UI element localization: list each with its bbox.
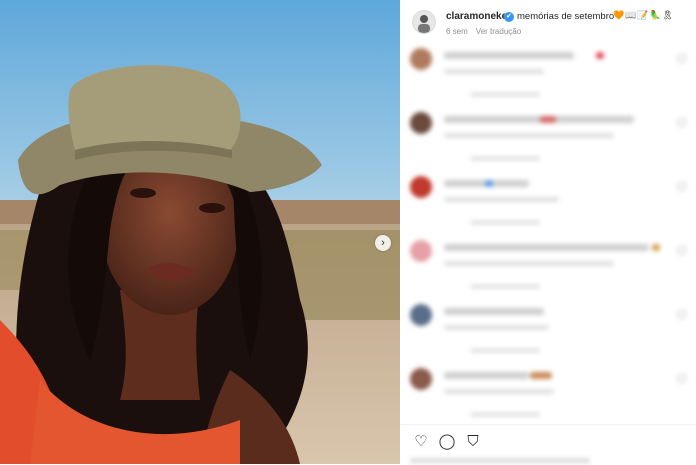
view-replies-blurred: [470, 412, 540, 417]
comment-like-icon[interactable]: [677, 182, 686, 191]
comment-emoji-blurred: [596, 52, 604, 59]
avatar-image: [418, 15, 430, 33]
comment-like-icon[interactable]: [677, 118, 686, 127]
comment-avatar: [410, 368, 432, 390]
view-replies-blurred: [470, 156, 540, 161]
comment-meta-blurred: [444, 69, 544, 74]
photo-illustration: [0, 0, 400, 464]
comment-meta-blurred: [444, 197, 559, 202]
post-header: claramoneke ✔ memórias de setembro 🧡📖📝🦜🎗…: [400, 0, 696, 42]
comment-text-blurred: [444, 372, 529, 379]
post-time: 6 sem: [446, 27, 468, 36]
comment-avatar: [410, 240, 432, 262]
comment-avatar: [410, 112, 432, 134]
comment-like-icon[interactable]: [677, 374, 686, 383]
comment-emoji-blurred: [652, 244, 660, 251]
comment-like-icon[interactable]: [677, 246, 686, 255]
comment-item: [400, 172, 696, 236]
view-replies-blurred: [470, 92, 540, 97]
comment-like-icon[interactable]: [677, 310, 686, 319]
comment-meta-blurred: [444, 325, 549, 330]
post-caption: memórias de setembro: [517, 11, 615, 22]
post-sidebar: claramoneke ✔ memórias de setembro 🧡📖📝🦜🎗…: [400, 0, 696, 464]
verified-badge-icon: ✔: [504, 12, 514, 22]
post-image: [0, 0, 400, 464]
see-translation-link[interactable]: Ver tradução: [476, 27, 521, 36]
comment-like-icon[interactable]: [677, 54, 686, 63]
view-replies-blurred: [470, 284, 540, 289]
caption-emojis: 🧡📖📝🦜🎗: [613, 10, 675, 20]
comments-list-blurred: [400, 44, 696, 424]
comment-icon[interactable]: ◯: [436, 431, 458, 453]
comment-meta-blurred: [444, 133, 614, 138]
comment-meta-blurred: [444, 389, 554, 394]
comment-text-blurred: [444, 244, 649, 251]
comment-item: [400, 300, 696, 364]
comment-avatar: [410, 176, 432, 198]
comment-text-blurred: [444, 308, 544, 315]
comment-meta-blurred: [444, 261, 614, 266]
comment-item: [400, 108, 696, 172]
like-icon[interactable]: ♡: [410, 431, 432, 453]
comment-text-blurred: [444, 52, 574, 59]
share-icon[interactable]: ⛉: [462, 431, 484, 453]
view-replies-blurred: [470, 220, 540, 225]
comment-emoji-blurred: [485, 180, 493, 187]
likes-summary-blurred: [410, 458, 590, 463]
comment-emoji-blurred: [530, 372, 552, 379]
comment-item: [400, 364, 696, 428]
avatar[interactable]: [412, 10, 436, 34]
comment-item: [400, 44, 696, 108]
comment-item: [400, 236, 696, 300]
username-link[interactable]: claramoneke: [446, 11, 507, 22]
post-meta: 6 sem Ver tradução: [446, 27, 521, 36]
next-image-button[interactable]: ›: [375, 235, 391, 251]
comment-emoji-blurred: [540, 116, 556, 123]
comment-avatar: [410, 304, 432, 326]
view-replies-blurred: [470, 348, 540, 353]
comment-avatar: [410, 48, 432, 70]
comment-text-blurred: [444, 116, 634, 123]
